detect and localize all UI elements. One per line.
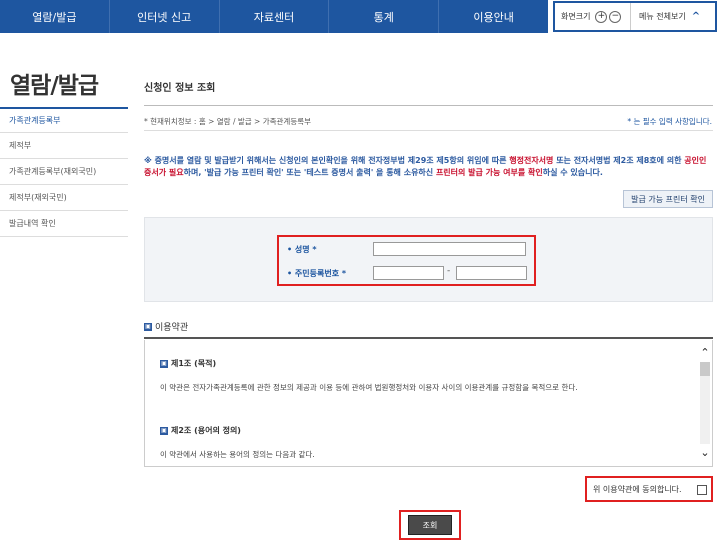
scroll-track[interactable] [700,362,710,444]
sidebar-item-family-register-overseas[interactable]: 가족관계등록부(재외국민) [0,159,128,185]
bullet-square-icon: ▣ [160,426,168,435]
article-2-title: 제2조 (용어의 정의) [171,426,241,435]
scroll-thumb[interactable] [700,362,710,376]
nav-item-statistics[interactable]: 통계 [329,0,440,33]
terms-box[interactable]: ▣ 제1조 (목적) 이 약관은 전자가족관계등록에 관한 정보의 제공과 이용… [144,340,713,467]
article-heading: ▣ 제2조 (용어의 정의) [160,425,690,436]
required-note: * 는 필수 입력 사항입니다. [627,117,712,126]
scroll-down-icon[interactable]: ⌄ [698,446,712,460]
notice-part: ※ 증명서를 열람 및 발급받기 위해서는 신청인의 본인확인을 위해 전자정부… [144,156,510,165]
rrn-label: • 주민등록번호 * [287,269,347,278]
zoom-label: 화면크기 [561,12,591,21]
agree-checkbox[interactable] [697,485,707,495]
scroll-up-icon[interactable]: ⌃ [698,346,712,360]
notice-highlight: 프린터의 발급 가능 여부를 확인 [435,168,543,177]
sidebar-item-family-register[interactable]: 가족관계등록부 [0,107,128,133]
nav-item-internet-report[interactable]: 인터넷 신고 [110,0,220,33]
page-title: 신청인 정보 조회 [144,83,216,94]
name-label: • 성명 * [287,245,317,254]
all-menu-button[interactable]: 메뉴 전체보기 ^ [631,3,715,30]
article-2-body: 이 약관에서 사용하는 용어의 정의는 다음과 같다. [160,450,315,459]
sidebar: 가족관계등록부 제적부 가족관계등록부(재외국민) 제적부(재외국민) 발급내역… [0,107,128,237]
rrn-back-input[interactable] [456,266,527,280]
chevron-up-icon: ^ [691,11,701,22]
agree-label: 위 이용약관에 동의합니다. [593,484,682,494]
form-highlight: • 성명 * • 주민등록번호 * - [277,235,536,286]
sidebar-title: 열람/발급 [10,73,99,99]
rrn-dash: - [447,266,451,276]
bullet-square-icon: ▣ [144,322,152,331]
zoom-out-icon[interactable]: − [609,10,622,23]
article-heading: ▣ 제1조 (목적) [160,358,690,369]
sidebar-item-issue-history[interactable]: 발급내역 확인 [0,211,128,237]
sidebar-item-removal-register[interactable]: 제적부 [0,133,128,159]
printer-check-button[interactable]: 발급 가능 프린터 확인 [623,190,713,208]
zoom-control: 화면크기 + − [555,3,631,30]
breadcrumb: * 현재위치정보 : 홈 > 열람 / 발급 > 가족관계등록부 [144,117,312,126]
nav-item-data-center[interactable]: 자료센터 [220,0,330,33]
applicant-form: • 성명 * • 주민등록번호 * - [144,217,713,302]
divider [144,105,713,106]
submit-highlight: 조회 [399,510,461,540]
notice-part: 또는 전자서명법 제2조 제8호에 의한 [553,156,685,165]
terms-scrollbar[interactable]: ⌃ ⌄ [698,340,712,466]
sidebar-item-removal-register-overseas[interactable]: 제적부(재외국민) [0,185,128,211]
rrn-front-input[interactable] [373,266,444,280]
terms-title: 이용약관 [155,323,189,333]
article-1-title: 제1조 (목적) [171,359,217,368]
terms-content: ▣ 제1조 (목적) 이 약관은 전자가족관계등록에 관한 정보의 제공과 이용… [160,358,690,460]
top-utility-box: 화면크기 + − 메뉴 전체보기 ^ [553,1,717,32]
notice-text: ※ 증명서를 열람 및 발급받기 위해서는 신청인의 본인확인을 위해 전자정부… [144,155,713,179]
terms-heading: ▣ 이용약관 [144,320,188,333]
name-input[interactable] [373,242,526,256]
top-nav: 열람/발급 인터넷 신고 자료센터 통계 이용안내 [0,0,548,33]
notice-part: 하며, '발급 가능 프린터 확인' 또는 '테스트 증명서 출력' 을 통해 … [183,168,436,177]
nav-item-guide[interactable]: 이용안내 [439,0,548,33]
notice-highlight: 행정전자서명 [509,156,554,165]
bullet-square-icon: ▣ [160,359,168,368]
article-1-body: 이 약관은 전자가족관계등록에 관한 정보의 제공과 이용 등에 관하여 법원행… [160,383,578,392]
agree-terms[interactable]: 위 이용약관에 동의합니다. [585,476,713,502]
terms-divider [144,337,713,339]
all-menu-label: 메뉴 전체보기 [639,12,686,21]
divider [144,130,713,131]
search-button[interactable]: 조회 [408,515,452,535]
nav-item-view-issue[interactable]: 열람/발급 [0,0,110,33]
notice-part: 하실 수 있습니다. [542,168,603,177]
zoom-in-icon[interactable]: + [595,10,608,23]
